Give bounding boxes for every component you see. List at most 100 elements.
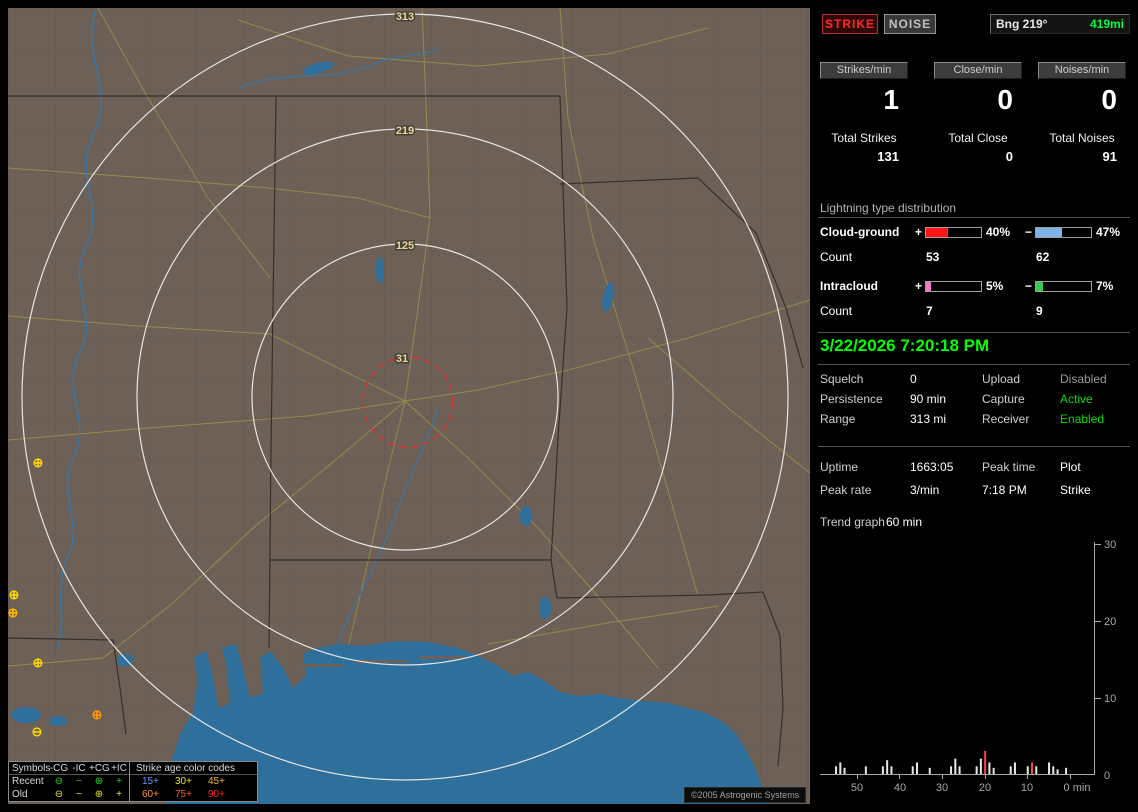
count-label: Count [820,304,853,318]
close-per-min-value: 0 [997,84,1013,115]
y-tick-20: 20 [1104,616,1116,628]
x-tick-30: 30 [936,782,948,794]
map-canvas: 313 219 125 31 ⊕ ⊕ ⊕ ⊕ ⊕ ⊖ ⊕ [8,8,810,804]
capture-status: Active [1060,392,1093,406]
strike-symbol: ⊕ [33,655,44,670]
ic-negative-bar [1035,280,1092,292]
x-tick-40: 40 [894,782,906,794]
cloud-ground-label: Cloud-ground [820,225,900,239]
stats-row-peak-rate: Peak rate 3/min 7:18 PM Strike [820,483,1128,503]
legend-col-neg-cg: -CG [49,762,69,774]
capture-label: Capture [982,392,1025,406]
plot-label: Plot [1060,460,1081,474]
cg-positive-pct: 40% [986,225,1011,239]
strikes-per-min-button[interactable]: Strikes/min [820,62,908,79]
copyright-notice: ©2005 Astrogenic Systems [684,787,807,803]
x-tick-20: 20 [979,782,991,794]
legend-recent-label: Recent [12,776,44,787]
x-tick-0: 0 min [1064,782,1091,794]
intracloud-label: Intracloud [820,279,879,293]
trend-graph-label: Trend graph [820,515,885,529]
age-30: 30+ [175,776,192,787]
bearing-distance-box: Bng 219° 419mi [990,14,1130,34]
cg-positive-fill [926,227,948,237]
close-per-min-button[interactable]: Close/min [934,62,1022,79]
strike-symbol: ⊕ [92,707,103,722]
upload-status: Disabled [1060,372,1107,386]
ic-positive-pct: 5% [986,279,1004,293]
ic-positive-bar [925,280,982,292]
y-tick-0: 0 [1104,770,1110,782]
cg-positive-bar [925,226,982,238]
strike-symbol: ⊕ [9,587,20,602]
age-90: 90+ [208,789,225,800]
cg-negative-count: 62 [1036,250,1050,264]
trend-graph: 30 20 10 0 50 40 30 20 10 0 min [820,539,1116,794]
legend-col-pos-ic: +IC [111,762,127,774]
distribution-title: Lightning type distribution [820,201,957,215]
ring-label-219: 219 [396,125,414,137]
noise-button[interactable]: NOISE [884,14,936,34]
pos-ic-symbol: + [116,789,122,800]
strike-symbol: ⊖ [32,724,43,739]
upload-label: Upload [982,372,1021,386]
count-label: Count [820,250,853,264]
legend-old-label: Old [12,789,28,800]
legend-age-title: Strike age color codes [129,761,257,775]
noises-per-min-button[interactable]: Noises/min [1038,62,1126,79]
legend-old-row: Old ⊖ − ⊕ + 60+ 75+ 90+ [9,788,257,801]
stats-row-uptime: Uptime 1663:05 Peak time Plot [820,460,1128,480]
map-display[interactable]: 313 219 125 31 ⊕ ⊕ ⊕ ⊕ ⊕ ⊖ ⊕ Symbols -CG -IC +… [8,8,810,804]
ring-label-31: 31 [396,353,408,365]
trend-window-value: 60 min [886,515,923,529]
x-tick-50: 50 [851,782,863,794]
minus-sign: − [1024,225,1032,239]
ic-negative-fill [1036,281,1043,291]
separator [818,332,1130,333]
neg-cg-symbol: ⊖ [54,776,64,787]
total-noises-label: Total Noises [1049,131,1115,145]
pos-cg-symbol: ⊕ [94,776,104,787]
neg-ic-symbol: − [76,789,82,800]
status-row-squelch: Squelch 0 Upload Disabled [820,372,1128,392]
pos-cg-symbol: ⊕ [94,789,104,800]
noises-per-min-value: 0 [1101,84,1117,115]
map-legend: Symbols -CG -IC +CG +IC Strike age color… [8,761,258,802]
cg-negative-fill [1036,227,1062,237]
plot-mode-value: Strike [1060,483,1091,497]
legend-recent-row: Recent ⊖ − ⊕ + 15+ 30+ 45+ [9,775,257,788]
neg-ic-symbol: − [76,776,82,787]
plus-sign: + [914,279,922,293]
uptime-value: 1663:05 [910,460,954,474]
ic-positive-count: 7 [926,304,933,318]
pos-ic-symbol: + [116,776,122,787]
strikes-per-min-value: 1 [883,84,899,115]
trend-bars [835,750,1068,774]
legend-symbols-title: Symbols [12,762,51,774]
ring-label-313: 313 [396,11,414,23]
y-tick-10: 10 [1104,693,1116,705]
separator [818,217,1130,218]
peak-rate-label: Peak rate [820,483,872,497]
receiver-status: Enabled [1060,412,1105,426]
separator [818,364,1130,365]
receiver-label: Receiver [982,412,1030,426]
ring-label-125: 125 [396,240,414,252]
cg-negative-pct: 47% [1096,225,1121,239]
squelch-label: Squelch [820,372,864,386]
intracloud-row: Intracloud + 5% − 7% [820,279,1130,293]
total-close-label: Total Close [948,131,1008,145]
peak-time-label: Peak time [982,460,1036,474]
trend-header-row: Trend graph 60 min [820,515,1128,535]
strike-symbol: ⊕ [33,455,44,470]
trend-axis-labels: 30 20 10 0 50 40 30 20 10 0 min [851,539,1116,794]
strike-symbol: ⊕ [8,605,18,620]
total-strikes-value: 131 [877,149,899,164]
minus-sign: − [1024,279,1032,293]
peak-time-value: 7:18 PM [982,483,1027,497]
distance-value: 419mi [1089,17,1124,31]
age-75: 75+ [175,789,192,800]
strike-button[interactable]: STRIKE [822,14,878,34]
separator [818,446,1130,447]
total-strikes-label: Total Strikes [831,131,897,145]
